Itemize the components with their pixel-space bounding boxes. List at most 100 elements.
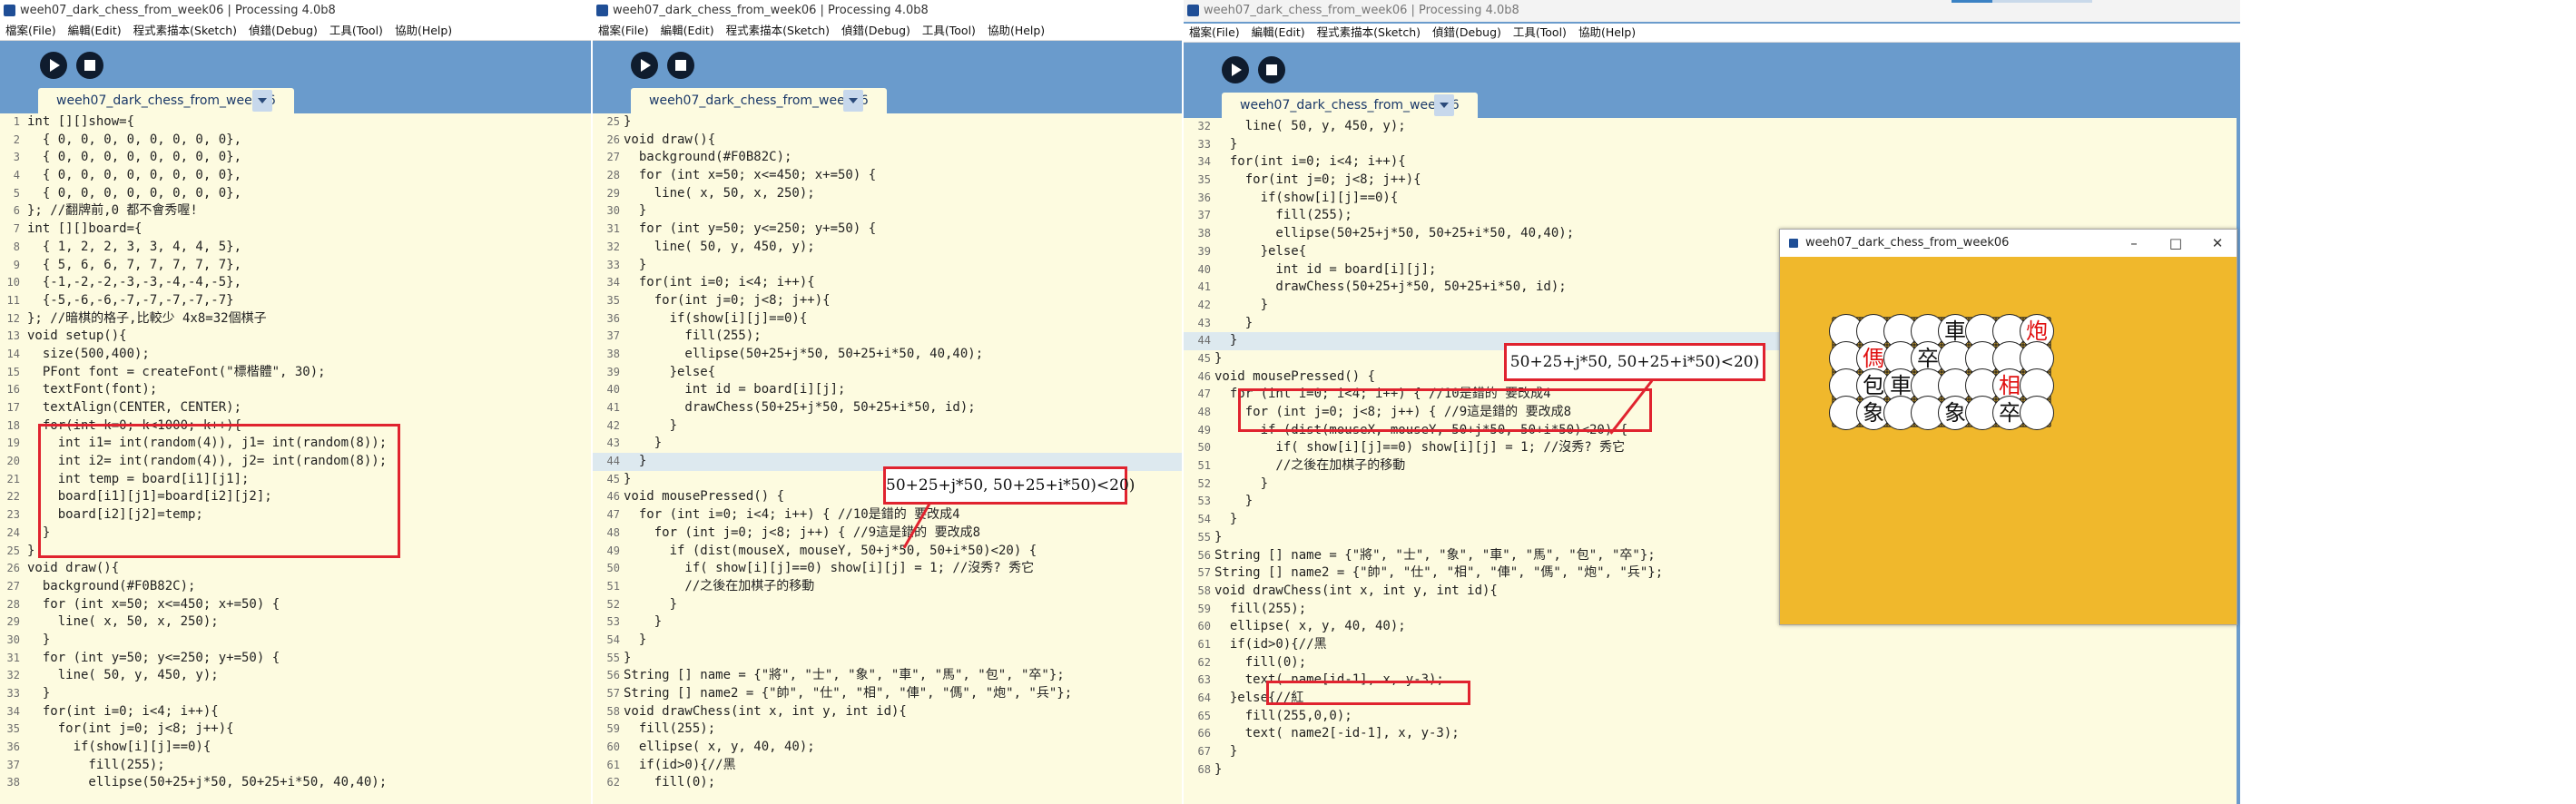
code-line[interactable]: 48 for (int j=0; j<8; j++) { //9這是錯的 要改成… xyxy=(593,525,1182,543)
code-line[interactable]: 26 void draw(){ xyxy=(0,560,591,578)
code-line[interactable]: 31 for (int y=50; y<=250; y+=50) { xyxy=(593,221,1182,239)
menu-debug[interactable]: 偵錯(Debug) xyxy=(841,24,910,37)
code-line[interactable]: 15 PFont font = createFont("標楷體", 30); xyxy=(0,364,591,382)
code-line[interactable]: 30 } xyxy=(593,202,1182,221)
menu-help[interactable]: 協助(Help) xyxy=(395,24,452,37)
stop-button[interactable] xyxy=(667,52,694,79)
code-line[interactable]: 55} xyxy=(593,650,1182,668)
code-line[interactable]: 50 if( show[i][j]==0) show[i][j] = 1; //… xyxy=(593,560,1182,578)
code-line[interactable]: 33 } xyxy=(1184,136,2237,154)
code-line[interactable]: 28 for (int x=50; x<=450; x+=50) { xyxy=(593,167,1182,185)
code-line[interactable]: 29 line( x, 50, x, 250); xyxy=(0,613,591,632)
code-line[interactable]: 39 }else{ xyxy=(593,364,1182,382)
code-line[interactable]: 61 if(id>0){//黑 xyxy=(593,757,1182,775)
code-line[interactable]: 14 size(500,400); xyxy=(0,346,591,364)
tab-menu-arrow-icon[interactable] xyxy=(1434,94,1454,116)
code-line[interactable]: 31 for (int y=50; y<=250; y+=50) { xyxy=(0,650,591,668)
menu-tool[interactable]: 工具(Tool) xyxy=(922,24,976,37)
code-line[interactable]: 13 void setup(){ xyxy=(0,328,591,346)
chess-piece-hidden[interactable] xyxy=(2020,396,2054,430)
code-line[interactable]: 3 { 0, 0, 0, 0, 0, 0, 0, 0}, xyxy=(0,149,591,167)
code-line[interactable]: 32 line( 50, y, 450, y); xyxy=(593,239,1182,257)
code-line[interactable]: 4 { 0, 0, 0, 0, 0, 0, 0, 0}, xyxy=(0,167,591,185)
code-line[interactable]: 7 int [][]board={ xyxy=(0,221,591,239)
code-line[interactable]: 11 {-5,-6,-6,-7,-7,-7,-7,-7} xyxy=(0,292,591,310)
code-line[interactable]: 34 for(int i=0; i<4; i++){ xyxy=(593,274,1182,292)
code-line[interactable]: 8 { 1, 2, 2, 3, 3, 4, 4, 5}, xyxy=(0,239,591,257)
code-line[interactable]: 52 } xyxy=(593,596,1182,614)
code-line[interactable]: 37 fill(255); xyxy=(0,757,591,775)
tab-menu-arrow-icon[interactable] xyxy=(252,90,272,112)
code-line[interactable]: 27 background(#F0B82C); xyxy=(0,578,591,596)
stop-button[interactable] xyxy=(1258,56,1285,83)
code-line[interactable]: 30 } xyxy=(0,632,591,650)
menu-help[interactable]: 協助(Help) xyxy=(1578,25,1636,39)
code-line[interactable]: 56 String [] name = {"將", "士", "象", "車", … xyxy=(593,667,1182,685)
code-line[interactable]: 36 if(show[i][j]==0){ xyxy=(0,739,591,757)
code-line[interactable]: 62 fill(0); xyxy=(593,774,1182,792)
code-line[interactable]: 1 int [][]show={ xyxy=(0,113,591,132)
code-line[interactable]: 42 } xyxy=(593,417,1182,436)
menu-file[interactable]: 檔案(File) xyxy=(5,24,56,37)
code-line[interactable]: 51 //之後在加棋子的移動 xyxy=(593,578,1182,596)
menu-edit[interactable]: 編輯(Edit) xyxy=(68,24,122,37)
code-line[interactable]: 25} xyxy=(593,113,1182,132)
code-line[interactable]: 49 if (dist(mouseX, mouseY, 50+j*50, 50+… xyxy=(593,543,1182,561)
code-line[interactable]: 40 int id = board[i][j]; xyxy=(593,381,1182,399)
code-line[interactable]: 32 line( 50, y, 450, y); xyxy=(0,667,591,685)
chess-canvas[interactable]: 車炮傌卒包車相象象卒 xyxy=(1780,257,2237,624)
run-button[interactable] xyxy=(1222,56,1249,83)
minimize-button[interactable]: – xyxy=(2113,230,2155,257)
menu-tool[interactable]: 工具(Tool) xyxy=(329,24,383,37)
code-line[interactable]: 67 } xyxy=(1184,743,2237,761)
code-line[interactable]: 54 } xyxy=(593,632,1182,650)
code-line[interactable]: 58 void drawChess(int x, int y, int id){ xyxy=(593,703,1182,721)
code-line[interactable]: 53 } xyxy=(593,613,1182,632)
code-line[interactable]: 66 text( name2[-id-1], x, y-3); xyxy=(1184,725,2237,743)
code-line[interactable]: 33 } xyxy=(0,685,591,703)
code-line[interactable]: 34 for(int i=0; i<4; i++){ xyxy=(0,703,591,721)
code-line[interactable]: 35 for(int j=0; j<8; j++){ xyxy=(0,721,591,739)
run-button[interactable] xyxy=(631,52,658,79)
code-line[interactable]: 37 fill(255); xyxy=(1184,207,2237,225)
code-line[interactable]: 47 for (int i=0; i<4; i++) { //10是錯的 要改成… xyxy=(593,506,1182,525)
code-line[interactable]: 16 textFont(font); xyxy=(0,381,591,399)
code-line[interactable]: 35 for(int j=0; j<8; j++){ xyxy=(593,292,1182,310)
code-line[interactable]: 36 if(show[i][j]==0){ xyxy=(593,310,1182,328)
menu-file[interactable]: 檔案(File) xyxy=(598,24,649,37)
code-line[interactable]: 5 { 0, 0, 0, 0, 0, 0, 0, 0}, xyxy=(0,185,591,203)
code-line[interactable]: 6}; //翻牌前,0 都不會秀喔! xyxy=(0,202,591,221)
code-editor[interactable]: 25} 26 void draw(){27 background(#F0B82C);… xyxy=(593,113,1182,804)
menu-sketch[interactable]: 程式素描本(Sketch) xyxy=(1317,25,1421,39)
code-line[interactable]: 26 void draw(){ xyxy=(593,132,1182,150)
menu-help[interactable]: 協助(Help) xyxy=(988,24,1045,37)
code-line[interactable]: 27 background(#F0B82C); xyxy=(593,149,1182,167)
close-button[interactable]: ✕ xyxy=(2197,230,2238,257)
code-line[interactable]: 36 if(show[i][j]==0){ xyxy=(1184,190,2237,208)
code-line[interactable]: 37 fill(255); xyxy=(593,328,1182,346)
code-line[interactable]: 38 ellipse(50+25+j*50, 50+25+i*50, 40,40… xyxy=(593,346,1182,364)
code-line[interactable]: 9 { 5, 6, 6, 7, 7, 7, 7, 7}, xyxy=(0,257,591,275)
menu-file[interactable]: 檔案(File) xyxy=(1189,25,1240,39)
code-line[interactable]: 10 {-1,-2,-2,-3,-3,-4,-4,-5}, xyxy=(0,274,591,292)
code-line[interactable]: 62 fill(0); xyxy=(1184,654,2237,672)
menu-edit[interactable]: 編輯(Edit) xyxy=(1252,25,1305,39)
code-line[interactable]: 68} xyxy=(1184,761,2237,779)
menu-sketch[interactable]: 程式素描本(Sketch) xyxy=(726,24,830,37)
code-line[interactable]: 65 fill(255,0,0); xyxy=(1184,708,2237,726)
code-line[interactable]: 34 for(int i=0; i<4; i++){ xyxy=(1184,153,2237,172)
code-line[interactable]: 28 for (int x=50; x<=450; x+=50) { xyxy=(0,596,591,614)
menu-tool[interactable]: 工具(Tool) xyxy=(1513,25,1567,39)
maximize-button[interactable]: □ xyxy=(2155,230,2197,257)
code-line[interactable]: 41 drawChess(50+25+j*50, 50+25+i*50, id)… xyxy=(593,399,1182,417)
menu-debug[interactable]: 偵錯(Debug) xyxy=(249,24,318,37)
code-line[interactable]: 60 ellipse( x, y, 40, 40); xyxy=(593,739,1182,757)
tab-menu-arrow-icon[interactable] xyxy=(843,90,863,112)
menu-sketch[interactable]: 程式素描本(Sketch) xyxy=(133,24,237,37)
code-line[interactable]: 57 String [] name2 = {"帥", "仕", "相", "俥",… xyxy=(593,685,1182,703)
code-line[interactable]: 32 line( 50, y, 450, y); xyxy=(1184,118,2237,136)
code-line[interactable]: 12}; //暗棋的格子,比較少 4x8=32個棋子 xyxy=(0,310,591,328)
menu-debug[interactable]: 偵錯(Debug) xyxy=(1432,25,1501,39)
code-line[interactable]: 17 textAlign(CENTER, CENTER); xyxy=(0,399,591,417)
code-line[interactable]: 35 for(int j=0; j<8; j++){ xyxy=(1184,172,2237,190)
